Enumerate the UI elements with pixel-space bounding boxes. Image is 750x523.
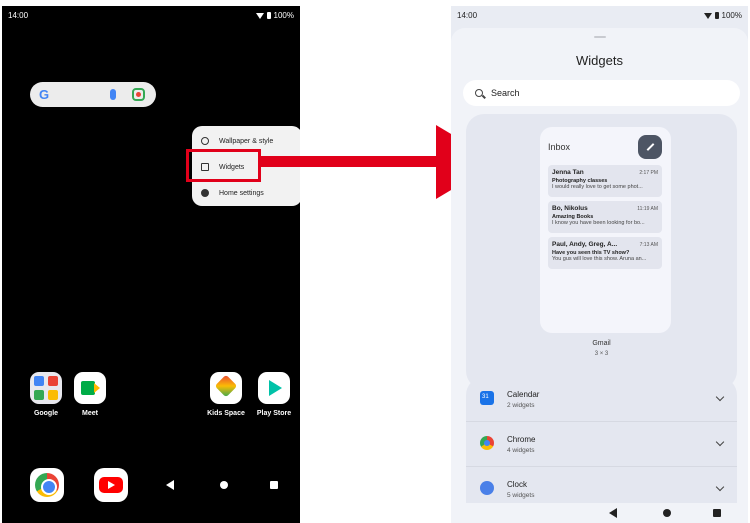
search-placeholder: Search (491, 88, 520, 98)
app-meet[interactable]: Meet (64, 372, 116, 417)
app-kids-space[interactable]: Kids Space (200, 372, 252, 417)
widget-count: 4 widgets (507, 447, 535, 454)
status-right: 100% (255, 11, 294, 20)
email-from: Bo, Nikolus (552, 205, 588, 212)
app-label: Play Store (256, 410, 292, 417)
recents-nav-icon[interactable] (713, 509, 721, 517)
wifi-icon (703, 12, 712, 19)
email-time: 7:13 AM (639, 242, 658, 248)
comparison-canvas: 14:00 100% G Wallpaper & style Widgets H… (0, 0, 750, 523)
widgets-screen: 14:00 100% Widgets Search Inbox Jenna Ta… (451, 6, 748, 523)
email-from: Paul, Andy, Greg, A... (552, 241, 618, 248)
widgets-highlight-box (186, 149, 261, 182)
drag-handle[interactable] (594, 36, 606, 38)
email-time: 11:19 AM (637, 206, 658, 212)
lens-icon[interactable] (132, 88, 145, 101)
palette-icon (201, 137, 209, 145)
dock-chrome[interactable] (30, 468, 64, 502)
mic-icon[interactable] (110, 89, 116, 100)
battery-percent: 100% (273, 11, 294, 20)
email-from: Jenna Tan (552, 169, 584, 176)
status-time: 14:00 (457, 11, 478, 20)
email-item: Jenna Tan 2:17 PM Photography classes I … (548, 165, 662, 197)
kids-space-icon (210, 372, 242, 404)
status-time: 14:00 (8, 11, 29, 20)
status-bar: 14:00 100% (2, 6, 300, 24)
chevron-down-icon (715, 437, 725, 447)
app-row-chrome[interactable]: Chrome 4 widgets (466, 422, 737, 467)
chrome-icon (35, 473, 59, 497)
dock-youtube[interactable] (94, 468, 128, 502)
app-name: Clock (507, 480, 528, 489)
back-nav-icon[interactable] (609, 508, 617, 518)
menu-item-label: Home settings (219, 189, 264, 197)
email-snippet: You gus will love this show. Aruna an... (552, 256, 647, 262)
gmail-widget-preview[interactable]: Inbox Jenna Tan 2:17 PM Photography clas… (466, 114, 737, 389)
email-snippet: I would really love to get some phot... (552, 184, 643, 190)
play-store-icon (258, 372, 290, 404)
gear-icon (201, 189, 209, 197)
battery-icon (714, 12, 719, 19)
gmail-widget: Inbox Jenna Tan 2:17 PM Photography clas… (540, 127, 671, 333)
app-label: Google (33, 410, 59, 417)
chevron-down-icon (715, 482, 725, 492)
google-search-widget[interactable]: G (30, 82, 156, 107)
app-row-calendar[interactable]: Calendar 2 widgets (466, 377, 737, 422)
app-label: Kids Space (207, 410, 245, 417)
home-nav-icon[interactable] (220, 481, 228, 489)
calendar-icon (480, 391, 494, 405)
navigation-bar (451, 503, 748, 523)
widget-count: 2 widgets (507, 402, 535, 409)
battery-percent: 100% (721, 11, 742, 20)
meet-icon (74, 372, 106, 404)
widget-size: 3 × 3 (594, 351, 609, 357)
compose-pencil-icon (638, 135, 662, 159)
menu-item-home-settings[interactable]: Home settings (192, 182, 300, 204)
status-bar: 14:00 100% (451, 6, 748, 24)
email-time: 2:17 PM (639, 170, 658, 176)
chevron-down-icon (715, 392, 725, 402)
email-snippet: I know you have been looking for bo... (552, 220, 645, 226)
app-label: Meet (82, 410, 98, 417)
wifi-icon (255, 12, 264, 19)
google-logo: G (39, 87, 50, 102)
widget-app-list: Calendar 2 widgets Chrome 4 widgets Cloc… (466, 377, 737, 523)
menu-item-label: Wallpaper & style (219, 137, 274, 145)
email-item: Paul, Andy, Greg, A... 7:13 AM Have you … (548, 237, 662, 269)
clock-icon (480, 481, 494, 495)
recents-nav-icon[interactable] (270, 481, 278, 489)
back-nav-icon[interactable] (166, 480, 174, 490)
app-name: Chrome (507, 435, 536, 444)
home-screen: 14:00 100% G Wallpaper & style Widgets H… (2, 6, 300, 523)
home-nav-icon[interactable] (663, 509, 671, 517)
widget-name: Gmail (592, 340, 611, 347)
battery-icon (266, 12, 271, 19)
app-play-store[interactable]: Play Store (248, 372, 300, 417)
email-item: Bo, Nikolus 11:19 AM Amazing Books I kno… (548, 201, 662, 233)
google-folder-icon (30, 372, 62, 404)
app-name: Calendar (507, 390, 540, 399)
pointer-arrow-shaft (258, 156, 436, 167)
inbox-label: Inbox (548, 142, 571, 152)
chrome-icon (480, 436, 494, 450)
page-title: Widgets (576, 53, 623, 68)
widgets-sheet: Widgets Search Inbox Jenna Tan 2:17 PM P… (451, 28, 748, 523)
widget-count: 5 widgets (507, 492, 535, 499)
widget-search-input[interactable]: Search (463, 80, 740, 106)
status-right: 100% (703, 11, 742, 20)
youtube-icon (99, 477, 123, 493)
search-icon (475, 89, 483, 97)
